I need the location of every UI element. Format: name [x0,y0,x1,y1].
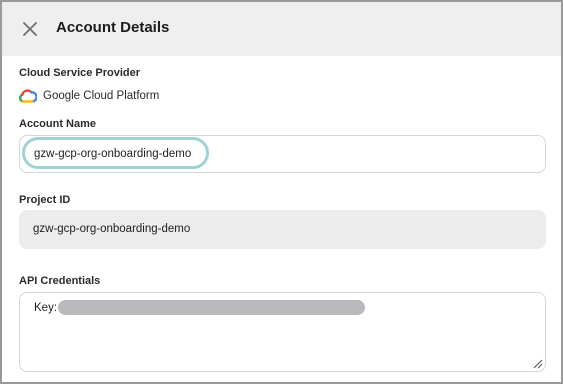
close-icon[interactable] [21,20,39,38]
panel-header: Account Details [2,2,561,56]
redacted-key-value [58,300,365,315]
api-credentials-textarea[interactable]: Key: [19,292,546,372]
panel-title: Account Details [56,19,170,36]
google-cloud-icon [19,89,37,103]
project-id-field: gzw-gcp-org-onboarding-demo [19,210,546,249]
resize-handle-icon[interactable] [531,357,543,369]
account-details-panel: Account Details Cloud Service Provider G… [0,0,563,384]
account-name-input[interactable]: gzw-gcp-org-onboarding-demo [19,135,546,173]
provider-label: Cloud Service Provider [19,67,141,79]
project-id-value: gzw-gcp-org-onboarding-demo [33,223,191,235]
key-label: Key: [34,302,58,314]
account-name-value: gzw-gcp-org-onboarding-demo [34,148,192,160]
account-name-label: Account Name [19,118,97,130]
api-credentials-label: API Credentials [19,275,101,287]
provider-name: Google Cloud Platform [43,90,160,102]
provider-value: Google Cloud Platform [19,87,159,105]
project-id-label: Project ID [19,194,71,206]
